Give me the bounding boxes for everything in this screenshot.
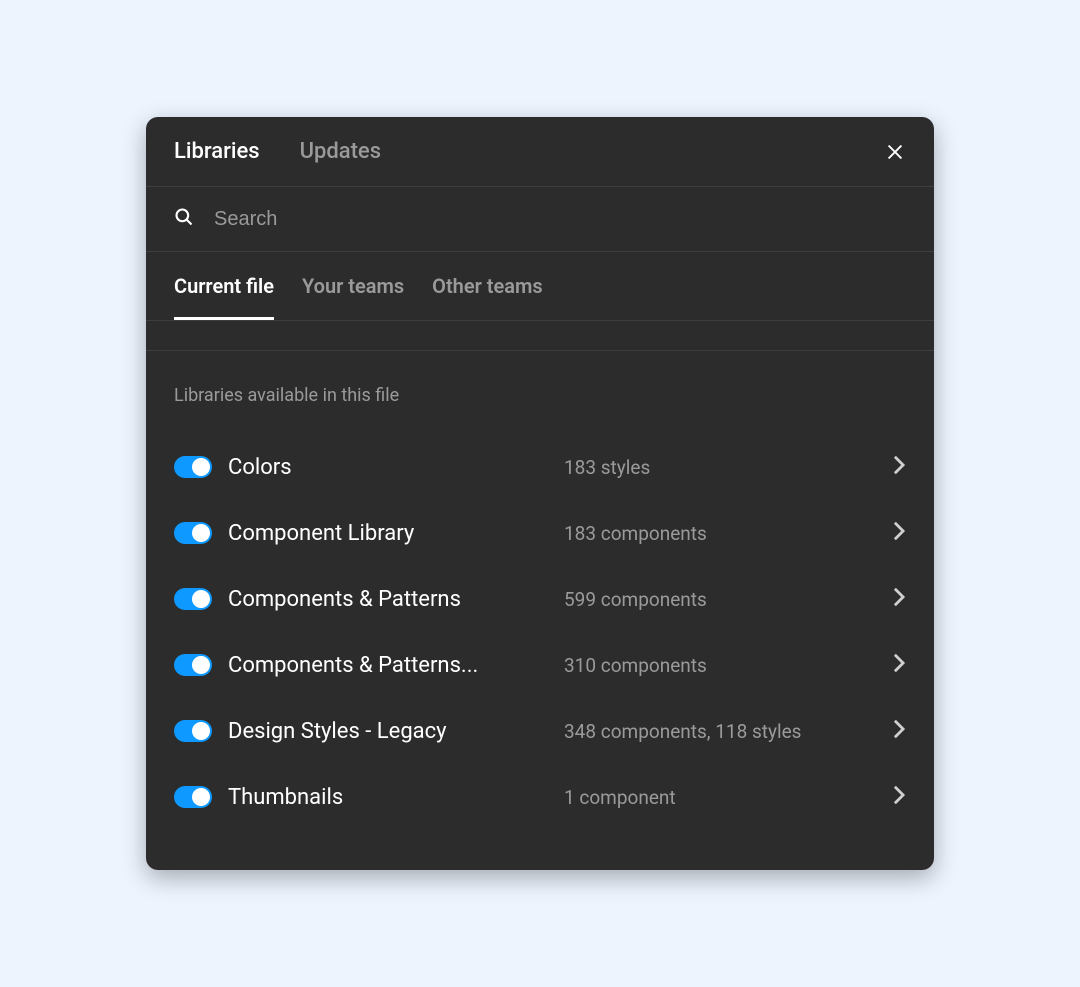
chevron-right-icon bbox=[892, 652, 906, 678]
library-name: Components & Patterns... bbox=[228, 653, 548, 678]
chevron-right-icon bbox=[892, 784, 906, 810]
sub-tab-other-teams[interactable]: Other teams bbox=[432, 252, 542, 320]
library-name: Design Styles - Legacy bbox=[228, 719, 548, 744]
library-meta: 1 component bbox=[564, 786, 876, 809]
chevron-right-icon bbox=[892, 718, 906, 744]
library-meta: 348 components, 118 styles bbox=[564, 720, 876, 743]
library-meta: 183 styles bbox=[564, 456, 876, 479]
spacer bbox=[146, 321, 934, 351]
library-toggle[interactable] bbox=[174, 588, 212, 610]
chevron-right-icon bbox=[892, 520, 906, 546]
library-row[interactable]: Design Styles - Legacy 348 components, 1… bbox=[174, 698, 906, 764]
libraries-dialog: Libraries Updates Current file Your team… bbox=[146, 117, 934, 870]
chevron-right-icon bbox=[892, 586, 906, 612]
chevron-right-icon bbox=[892, 454, 906, 480]
header-tabs: Libraries Updates bbox=[174, 139, 381, 164]
library-toggle[interactable] bbox=[174, 786, 212, 808]
sub-tabs: Current file Your teams Other teams bbox=[146, 252, 934, 321]
content: Libraries available in this file Colors … bbox=[146, 351, 934, 870]
library-toggle[interactable] bbox=[174, 720, 212, 742]
library-name: Component Library bbox=[228, 521, 548, 546]
tab-updates[interactable]: Updates bbox=[300, 139, 381, 164]
sub-tab-current-file[interactable]: Current file bbox=[174, 252, 274, 320]
library-meta: 310 components bbox=[564, 654, 876, 677]
library-toggle[interactable] bbox=[174, 456, 212, 478]
search-icon bbox=[174, 207, 194, 231]
library-toggle[interactable] bbox=[174, 654, 212, 676]
library-toggle[interactable] bbox=[174, 522, 212, 544]
library-meta: 183 components bbox=[564, 522, 876, 545]
library-row[interactable]: Component Library 183 components bbox=[174, 500, 906, 566]
library-row[interactable]: Thumbnails 1 component bbox=[174, 764, 906, 830]
library-row[interactable]: Components & Patterns 599 components bbox=[174, 566, 906, 632]
library-meta: 599 components bbox=[564, 588, 876, 611]
section-label: Libraries available in this file bbox=[174, 385, 906, 406]
close-button[interactable] bbox=[884, 141, 906, 163]
search-row bbox=[146, 187, 934, 252]
library-name: Thumbnails bbox=[228, 785, 548, 810]
sub-tab-your-teams[interactable]: Your teams bbox=[302, 252, 404, 320]
search-input[interactable] bbox=[214, 208, 906, 231]
dialog-header: Libraries Updates bbox=[146, 117, 934, 187]
library-name: Components & Patterns bbox=[228, 587, 548, 612]
tab-libraries[interactable]: Libraries bbox=[174, 139, 260, 164]
library-name: Colors bbox=[228, 455, 548, 480]
library-row[interactable]: Components & Patterns... 310 components bbox=[174, 632, 906, 698]
library-row[interactable]: Colors 183 styles bbox=[174, 434, 906, 500]
close-icon bbox=[884, 141, 906, 163]
